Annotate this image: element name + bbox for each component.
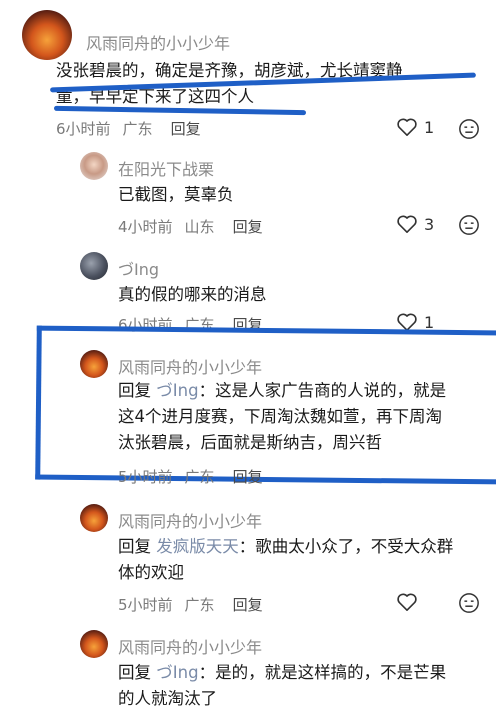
like-count: 1: [424, 117, 435, 137]
comment-line-text: ：这是人家广告商的人说的，就是: [198, 381, 447, 400]
user-avatar[interactable]: [80, 630, 108, 658]
user-avatar[interactable]: [80, 152, 108, 180]
comment-line: 回复 づIng：是的，就是这样搞的，不是芒果: [118, 660, 446, 686]
comment-line: 回复 发疯版天天：歌曲太小众了，不受大众群: [118, 534, 453, 560]
comment-line: 的人就淘汰了: [118, 689, 217, 708]
comment-text: 真的假的哪来的消息: [118, 282, 267, 308]
username[interactable]: 风雨同舟的小小少年: [118, 508, 262, 532]
comment-line: 这4个进月度赛，下周淘汰魏如萱，再下周淘: [118, 407, 442, 426]
comment-meta: 4小时前 山东 回复: [118, 216, 275, 237]
comment-text: 回复 づIng：是的，就是这样搞的，不是芒果 的人就淘汰了: [118, 660, 446, 712]
user-avatar[interactable]: [80, 252, 108, 280]
reply-prefix: 回复: [118, 663, 151, 682]
comment-text: 回复 づIng：这是人家广告商的人说的，就是 这4个进月度赛，下周淘汰魏如萱，再…: [118, 378, 446, 456]
comment-line: 回复 づIng：这是人家广告商的人说的，就是: [118, 378, 446, 404]
comment-line: 汰张碧晨，后面就是斯纳吉，周兴哲: [118, 433, 382, 452]
heart-icon: [397, 215, 417, 233]
comment-line: 体的欢迎: [118, 563, 184, 582]
dislike-face-icon[interactable]: [458, 118, 480, 140]
comment-meta: 5小时前 广东 回复: [118, 594, 275, 615]
timestamp: 5小时前: [118, 596, 173, 614]
dislike-face-icon[interactable]: [458, 214, 480, 236]
location: 广东: [184, 468, 215, 486]
reply-button[interactable]: 回复: [171, 120, 201, 138]
comment-meta: 6小时前 广东 回复: [56, 118, 213, 139]
reply-button[interactable]: 回复: [233, 218, 263, 236]
username[interactable]: 在阳光下战栗: [118, 156, 214, 180]
comment-meta: 5小时前 广东 回复: [118, 466, 275, 487]
comment-line: 已截图，莫辜负: [118, 185, 234, 204]
location: 广东: [184, 596, 215, 614]
reply-button[interactable]: 回复: [233, 596, 263, 614]
reply-target-user[interactable]: づIng: [156, 663, 198, 682]
username[interactable]: 风雨同舟的小小少年: [86, 30, 230, 54]
user-avatar[interactable]: [80, 350, 108, 378]
like-count: 3: [424, 214, 435, 234]
reply-target-user[interactable]: づIng: [156, 381, 198, 400]
comment-text: 回复 发疯版天天：歌曲太小众了，不受大众群 体的欢迎: [118, 534, 453, 586]
dislike-face-icon[interactable]: [458, 592, 480, 614]
like-button[interactable]: 1: [396, 117, 434, 137]
comment-line-text: ：是的，就是这样搞的，不是芒果: [198, 663, 447, 682]
location: 山东: [184, 218, 215, 236]
reply-prefix: 回复: [118, 537, 151, 556]
user-avatar[interactable]: [80, 504, 108, 532]
user-avatar[interactable]: [22, 10, 72, 60]
timestamp: 4小时前: [118, 218, 173, 236]
timestamp: 6小时前: [56, 120, 111, 138]
location: 广东: [122, 120, 153, 138]
like-button[interactable]: 3: [396, 214, 434, 234]
username[interactable]: づIng: [118, 256, 159, 280]
heart-icon[interactable]: [396, 592, 418, 612]
reply-target-user[interactable]: 发疯版天天: [156, 537, 239, 556]
username[interactable]: 风雨同舟的小小少年: [118, 634, 262, 658]
reply-button[interactable]: 回复: [233, 468, 263, 486]
username[interactable]: 风雨同舟的小小少年: [118, 354, 262, 378]
comment-line: 真的假的哪来的消息: [118, 285, 267, 304]
reply-prefix: 回复: [118, 381, 151, 400]
timestamp: 5小时前: [118, 468, 173, 486]
comment-line-text: ：歌曲太小众了，不受大众群: [238, 537, 454, 556]
heart-icon: [397, 118, 417, 136]
comment-text: 已截图，莫辜负: [118, 182, 234, 208]
